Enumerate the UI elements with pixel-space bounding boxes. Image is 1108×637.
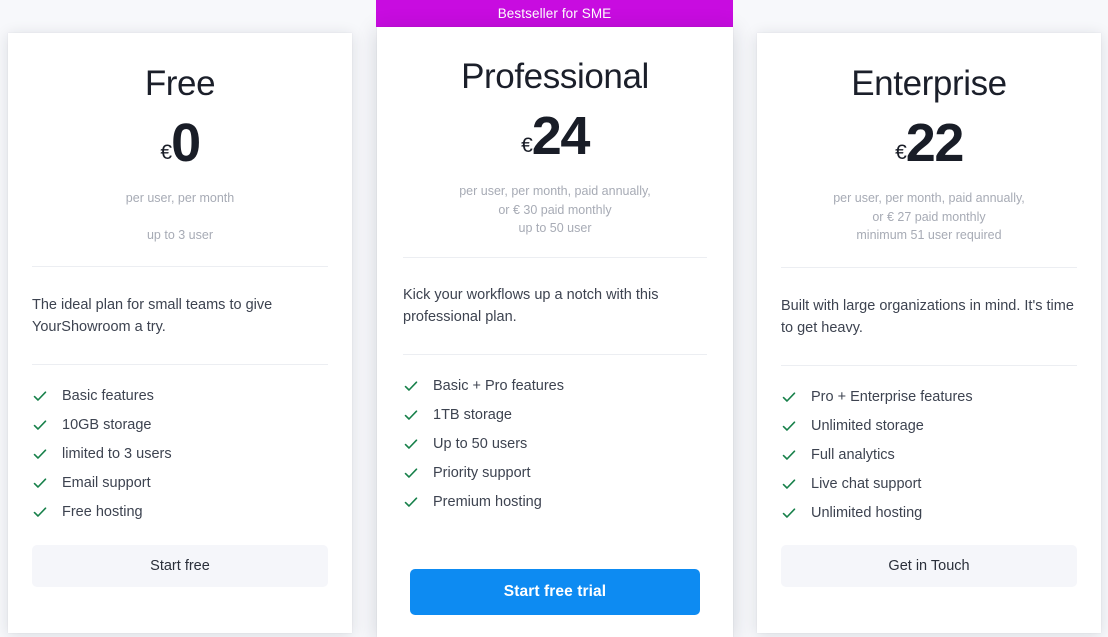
feature-label: Unlimited hosting: [811, 504, 923, 521]
feature-label: Live chat support: [811, 475, 922, 492]
check-icon: [32, 388, 48, 404]
check-icon: [403, 378, 419, 394]
list-item: Email support: [32, 475, 328, 491]
pricing-table: Free €0 per user, per month up to 3 user…: [0, 0, 1108, 637]
price-note-line-1: per user, per month, paid annually,: [833, 191, 1025, 205]
feature-label: Basic + Pro features: [433, 377, 564, 394]
feature-label: Basic features: [62, 388, 154, 404]
check-icon: [32, 504, 48, 520]
feature-label: Premium hosting: [433, 493, 542, 510]
feature-label: 1TB storage: [433, 406, 512, 423]
start-free-button[interactable]: Start free: [32, 545, 328, 587]
list-item: Pro + Enterprise features: [781, 389, 1077, 405]
list-item: Free hosting: [32, 504, 328, 520]
list-item: Up to 50 users: [403, 436, 707, 452]
feature-list-free: Basic features 10GB storage limited to 3…: [32, 365, 328, 520]
start-free-trial-button[interactable]: Start free trial: [410, 569, 700, 615]
pricing-card-professional: Professional €24 per user, per month, pa…: [377, 27, 733, 637]
plan-title-enterprise: Enterprise: [851, 64, 1007, 103]
card-inner-free: Free €0 per user, per month up to 3 user…: [8, 33, 352, 633]
currency-symbol: €: [895, 141, 907, 164]
price-note-enterprise: per user, per month, paid annually, or €…: [781, 189, 1077, 245]
check-icon: [781, 418, 797, 434]
check-icon: [403, 407, 419, 423]
list-item: Priority support: [403, 465, 707, 481]
plan-title-free: Free: [144, 64, 216, 103]
feature-label: Up to 50 users: [433, 435, 528, 452]
list-item: limited to 3 users: [32, 446, 328, 462]
plan-blurb-free: The ideal plan for small teams to give Y…: [32, 297, 273, 335]
check-icon: [781, 389, 797, 405]
check-icon: [781, 505, 797, 521]
pricing-card-enterprise: Enterprise €22 per user, per month, paid…: [757, 33, 1101, 633]
price-note-line-1: per user, per month: [125, 191, 235, 205]
get-in-touch-button[interactable]: Get in Touch: [781, 545, 1077, 587]
card-inner-professional: Professional €24 per user, per month, pa…: [377, 27, 733, 637]
list-item: Premium hosting: [403, 494, 707, 510]
check-icon: [781, 476, 797, 492]
plan-title-professional: Professional: [461, 57, 649, 96]
card-inner-enterprise: Enterprise €22 per user, per month, paid…: [757, 33, 1101, 633]
list-item: 1TB storage: [403, 407, 707, 423]
check-icon: [403, 436, 419, 452]
list-item: Live chat support: [781, 476, 1077, 492]
price-note-line-3: up to 3 user: [146, 227, 213, 242]
plan-blurb-professional: Kick your workflows up a notch with this…: [403, 286, 659, 325]
feature-label: Priority support: [433, 464, 531, 481]
feature-label: Free hosting: [62, 504, 143, 520]
plan-price-professional: €24: [403, 109, 707, 163]
bestseller-ribbon: Bestseller for SME: [376, 0, 733, 27]
list-item: 10GB storage: [32, 417, 328, 433]
feature-label: 10GB storage: [62, 417, 152, 433]
plan-blurb-enterprise: Built with large organizations in mind. …: [781, 297, 1074, 336]
price-note-line-3: up to 50 user: [518, 221, 592, 235]
feature-label: Unlimited storage: [811, 417, 924, 434]
check-icon: [32, 446, 48, 462]
list-item: Unlimited hosting: [781, 505, 1077, 521]
price-amount: 24: [531, 106, 591, 166]
plan-price-enterprise: €22: [781, 116, 1077, 170]
price-note-line-2: or € 27 paid monthly: [872, 209, 986, 224]
currency-symbol: €: [521, 134, 533, 157]
check-icon: [403, 494, 419, 510]
check-icon: [32, 475, 48, 491]
check-icon: [781, 447, 797, 463]
price-note-free: per user, per month up to 3 user: [32, 189, 328, 244]
feature-label: Email support: [62, 475, 151, 491]
check-icon: [403, 465, 419, 481]
list-item: Basic + Pro features: [403, 378, 707, 394]
feature-list-professional: Basic + Pro features 1TB storage Up to 5…: [403, 355, 707, 510]
feature-label: Pro + Enterprise features: [811, 388, 973, 405]
check-icon: [32, 417, 48, 433]
pricing-card-free: Free €0 per user, per month up to 3 user…: [8, 33, 352, 633]
price-amount: 22: [905, 113, 965, 173]
price-note-line-1: per user, per month, paid annually,: [459, 184, 651, 198]
price-note-line-2: or € 30 paid monthly: [498, 202, 612, 217]
feature-label: limited to 3 users: [62, 446, 172, 462]
list-item: Basic features: [32, 388, 328, 404]
list-item: Full analytics: [781, 447, 1077, 463]
list-item: Unlimited storage: [781, 418, 1077, 434]
price-note-spacer: [32, 208, 328, 226]
plan-price-free: €0: [32, 116, 328, 170]
price-note-professional: per user, per month, paid annually, or €…: [403, 182, 707, 238]
price-amount: 0: [171, 113, 201, 173]
feature-list-enterprise: Pro + Enterprise features Unlimited stor…: [781, 366, 1077, 521]
price-note-line-3: minimum 51 user required: [856, 228, 1002, 242]
currency-symbol: €: [160, 141, 172, 164]
feature-label: Full analytics: [811, 446, 895, 463]
